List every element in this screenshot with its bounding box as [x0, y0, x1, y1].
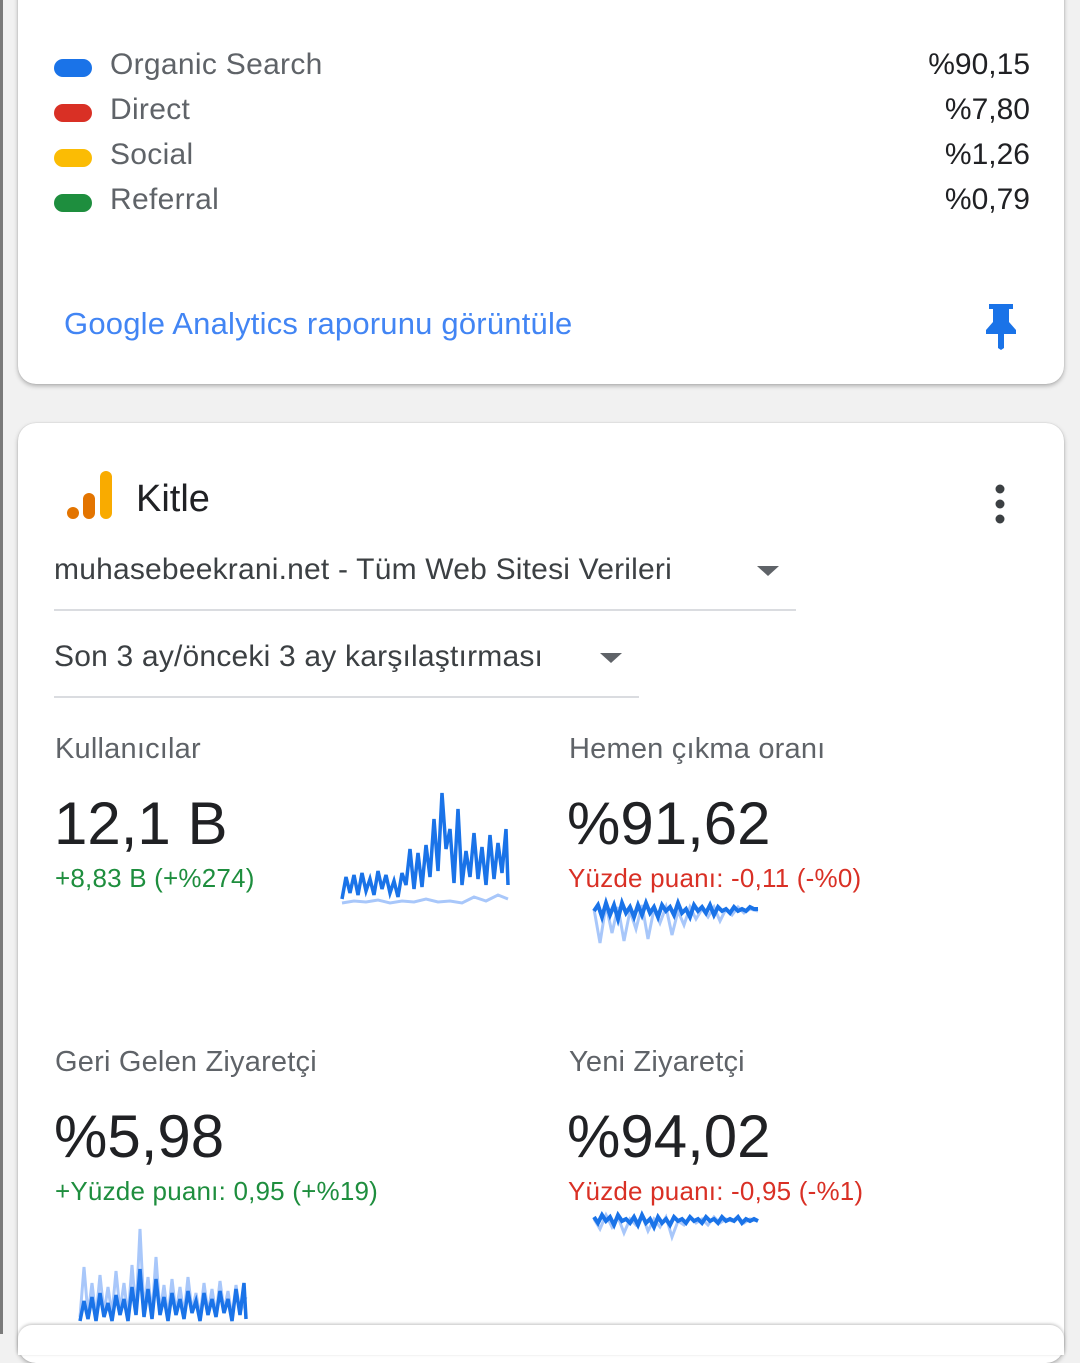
audience-card: Kitle muhasebeekrani.net - Tüm Web Sites…	[18, 423, 1064, 1363]
legend-item: Direct %7,80	[54, 93, 1030, 138]
pin-icon[interactable]	[983, 302, 1019, 350]
window-edge	[0, 0, 3, 1334]
period-select[interactable]: Son 3 ay/önceki 3 ay karşılaştırması	[54, 640, 639, 698]
sparkline-returning	[78, 1228, 248, 1322]
metric-value-returning: %5,98	[54, 1103, 225, 1170]
legend-item: Social %1,26	[54, 138, 1030, 183]
metric-label-new: Yeni Ziyaretçi	[569, 1046, 745, 1078]
chevron-down-icon	[600, 653, 622, 663]
card-title: Kitle	[136, 478, 210, 520]
metric-value-users: 12,1 B	[54, 790, 228, 857]
legend-label: Social	[110, 138, 194, 171]
view-analytics-report-link[interactable]: Google Analytics raporunu görüntüle	[64, 306, 573, 342]
metric-label-bounce: Hemen çıkma oranı	[569, 733, 826, 765]
next-card-edge	[18, 1325, 1064, 1355]
metric-delta-new: Yüzde puanı: -0,95 (-%1)	[568, 1176, 864, 1206]
legend-value: %1,26	[944, 138, 1030, 171]
metric-value-new: %94,02	[567, 1103, 771, 1170]
legend-item: Referral %0,79	[54, 183, 1030, 228]
metric-label-users: Kullanıcılar	[55, 733, 201, 765]
traffic-sources-card: Organic Search %90,15 Direct %7,80 Socia…	[18, 0, 1064, 384]
period-select-value: Son 3 ay/önceki 3 ay karşılaştırması	[54, 640, 544, 673]
legend-swatch-yellow	[54, 149, 92, 167]
legend-swatch-blue	[54, 59, 92, 77]
metric-value-bounce: %91,62	[567, 790, 771, 857]
legend-swatch-red	[54, 104, 92, 122]
more-vert-icon[interactable]	[986, 483, 1014, 525]
chevron-down-icon	[757, 566, 779, 576]
legend-value: %90,15	[928, 48, 1030, 81]
legend-label: Referral	[110, 183, 220, 216]
sparkline-new	[592, 1210, 759, 1242]
legend-value: %7,80	[944, 93, 1030, 126]
legend-label: Direct	[110, 93, 191, 126]
legend-item: Organic Search %90,15	[54, 48, 1030, 93]
sparkline-users	[340, 792, 510, 905]
legend-label: Organic Search	[110, 48, 323, 81]
legend-swatch-green	[54, 194, 92, 212]
sparkline-bounce	[592, 896, 759, 944]
metric-delta-returning: +Yüzde puanı: 0,95 (+%19)	[55, 1176, 379, 1206]
property-select[interactable]: muhasebeekrani.net - Tüm Web Sitesi Veri…	[54, 553, 796, 611]
legend-value: %0,79	[944, 183, 1030, 216]
metric-delta-bounce: Yüzde puanı: -0,11 (-%0)	[568, 863, 862, 893]
analytics-icon	[67, 471, 112, 519]
property-select-value: muhasebeekrani.net - Tüm Web Sitesi Veri…	[54, 553, 672, 586]
metric-delta-users: +8,83 B (+%274)	[55, 863, 255, 893]
metric-label-returning: Geri Gelen Ziyaretçi	[55, 1046, 317, 1078]
